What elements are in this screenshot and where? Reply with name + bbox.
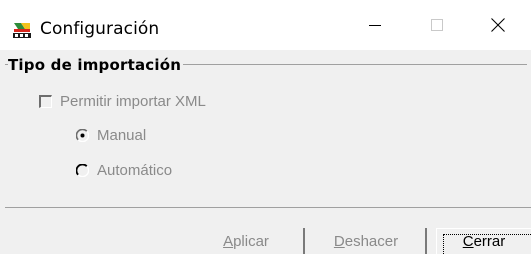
configuracion-window: Configuración Tipo de importación Permit…: [0, 0, 531, 254]
title-bar[interactable]: Configuración: [0, 0, 531, 50]
aplicar-label: Aplicar: [223, 232, 269, 250]
divider: [5, 207, 531, 208]
radio-manual[interactable]: Manual: [76, 126, 147, 144]
window-title: Configuración: [40, 19, 160, 39]
checkbox-label: Permitir importar XML: [60, 92, 206, 110]
checkbox-icon: [39, 94, 52, 108]
radio-unselected-icon: [76, 163, 97, 177]
radio-manual-label: Manual: [97, 126, 147, 144]
aplicar-button[interactable]: Aplicar: [189, 228, 305, 254]
focus-ring: [443, 234, 531, 254]
maximize-button[interactable]: [414, 0, 460, 50]
close-icon: [491, 18, 505, 32]
dialog-client-area: Tipo de importación Permitir importar XM…: [0, 50, 531, 254]
minimize-button[interactable]: [352, 0, 398, 50]
deshacer-label: Deshacer: [333, 232, 399, 250]
maximize-icon: [431, 19, 443, 31]
group-title: Tipo de importación: [8, 56, 184, 74]
radio-automatico-label: Automático: [97, 161, 173, 179]
allow-xml-import-checkbox[interactable]: Permitir importar XML: [39, 92, 206, 110]
deshacer-button[interactable]: Deshacer: [307, 228, 427, 254]
radio-selected-icon: [76, 128, 97, 142]
close-button[interactable]: [475, 0, 521, 50]
radio-automatico[interactable]: Automático: [76, 161, 173, 179]
set-app-icon: [12, 21, 32, 39]
cerrar-button[interactable]: Cerrar: [436, 228, 531, 254]
minimize-icon: [369, 19, 381, 31]
